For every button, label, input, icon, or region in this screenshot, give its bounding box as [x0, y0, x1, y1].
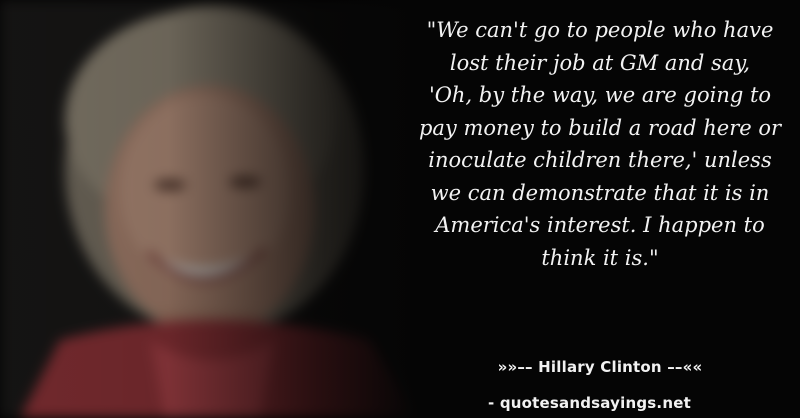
portrait-photo — [0, 0, 420, 418]
quote-text: "We can't go to people who have lost the… — [418, 18, 782, 270]
source-credit: - quotesandsayings.net — [488, 394, 691, 412]
quote-card: "We can't go to people who have lost the… — [0, 0, 800, 418]
author-attribution: »»–– Hillary Clinton ––«« — [497, 358, 703, 376]
portrait-shade — [0, 0, 420, 418]
